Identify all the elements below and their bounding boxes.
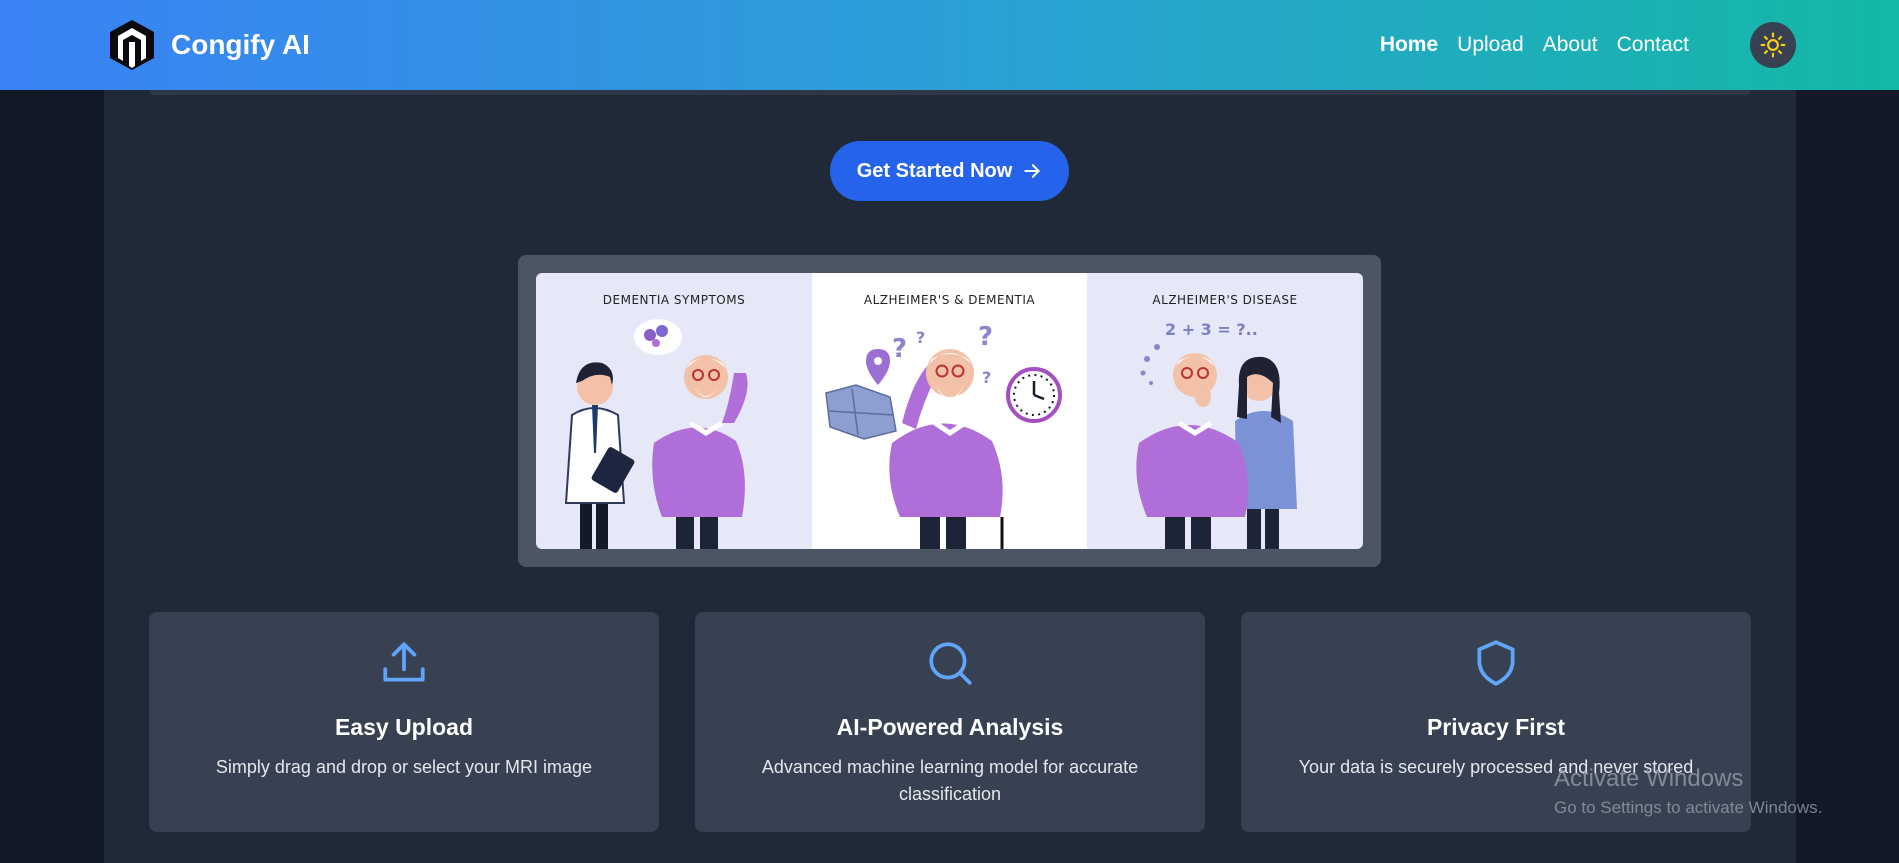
illustration-frame: DEMENTIA SYMPTOMS ALZHEIMER'S & DEMENTIA… [518,255,1381,567]
section-divider [149,90,1751,95]
sun-icon [1760,32,1786,58]
svg-text:?: ? [982,368,991,387]
svg-text:?: ? [892,334,907,364]
feature-title: AI-Powered Analysis [836,714,1064,740]
feature-description: Advanced machine learning model for accu… [761,757,1139,804]
feature-title: Privacy First [1426,714,1566,740]
arrow-right-icon [1024,164,1040,178]
feature-card-easy-upload: Easy Upload Simply drag and drop or sele… [149,612,659,832]
watermark-title: Activate Windows [1554,765,1744,792]
activate-windows-watermark: Activate Windows Go to Settings to activ… [1554,764,1822,820]
nav-upload[interactable]: Upload [1457,33,1524,57]
feature-description: Simply drag and drop or select your MRI … [215,757,593,777]
theme-toggle-button[interactable] [1750,22,1796,68]
brand[interactable]: Congify AI [108,18,310,72]
get-started-label: Get Started Now [856,159,1013,182]
svg-text:?: ? [978,322,993,352]
feature-card-ai-analysis: AI-Powered Analysis Advanced machine lea… [695,612,1205,832]
navbar: Congify AI Home Upload About Contact [0,0,1899,90]
upload-icon [383,642,425,682]
nav-links: Home Upload About Contact [1361,0,1689,90]
logo-icon [110,20,154,70]
nav-contact[interactable]: Contact [1617,33,1689,57]
search-icon [929,642,972,685]
math-text: 2 + 3 = ?.. [1165,320,1258,339]
watermark-subtitle: Go to Settings to activate Windows. [1554,798,1823,817]
illustration-panel-alzheimers-disease: ALZHEIMER'S DISEASE 2 + 3 = ?.. [1087,273,1363,549]
get-started-button[interactable]: Get Started Now [830,141,1069,201]
dementia-illustration: DEMENTIA SYMPTOMS ALZHEIMER'S & DEMENTIA… [536,273,1363,549]
doctor-and-elder-illustration [564,319,748,549]
illustration-panel-alzheimers-dementia: ALZHEIMER'S & DEMENTIA ? ? ? ? [812,273,1087,549]
feature-title: Easy Upload [334,714,474,740]
illustration-panel-symptoms: DEMENTIA SYMPTOMS [536,273,812,549]
nav-about[interactable]: About [1543,33,1598,57]
brand-name: Congify AI [171,29,310,60]
main-container: Get Started Now DEMENTIA SYMPTOMS ALZHEI… [104,90,1796,863]
elder-and-caregiver-illustration: 2 + 3 = ?.. [1136,320,1297,549]
svg-text:?: ? [916,328,925,347]
shield-icon [1477,640,1515,686]
confused-elder-illustration: ? ? ? ? [825,322,1062,549]
nav-home[interactable]: Home [1380,33,1438,57]
